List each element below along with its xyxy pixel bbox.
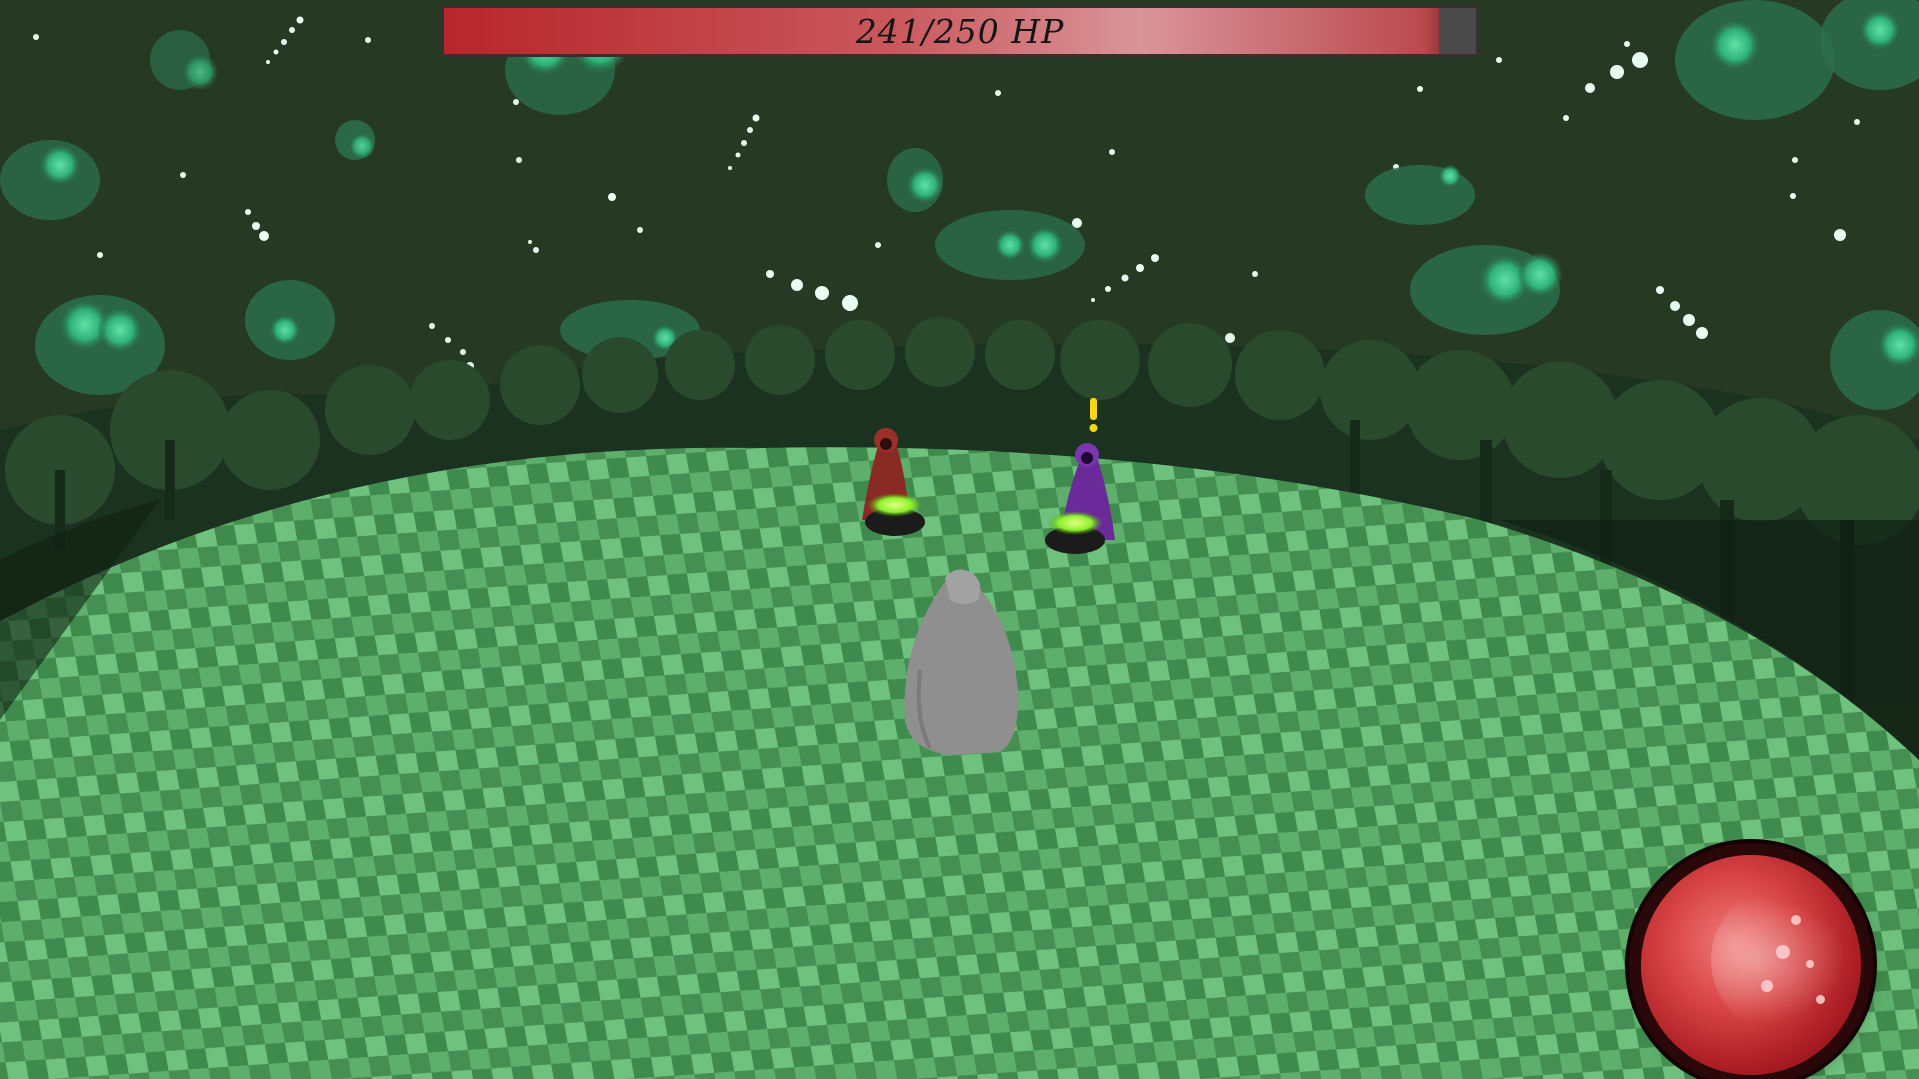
game-scene [0,0,1919,1079]
health-bar: 241/250 HP [441,5,1479,57]
health-text: 241/250 HP [855,11,1065,51]
game-viewport[interactable]: 241/250 HP [0,0,1919,1079]
orb-bubble [1806,960,1814,968]
orb-bubble [1761,980,1773,992]
orb-bubble [1816,995,1825,1004]
orb-bubble [1776,945,1790,959]
mana-orb [1641,855,1861,1075]
orb-bubble [1791,915,1801,925]
